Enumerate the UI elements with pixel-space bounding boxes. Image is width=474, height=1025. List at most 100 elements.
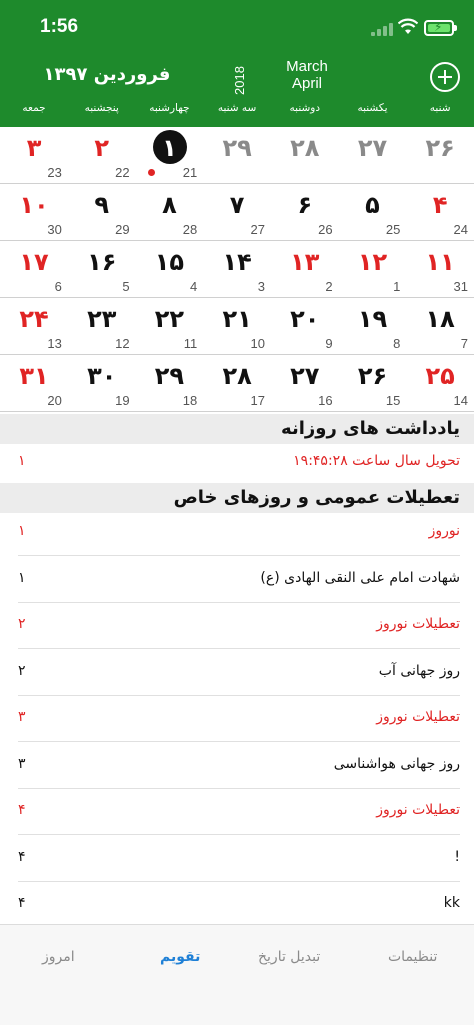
- gregorian-day-number: 10: [250, 336, 265, 351]
- list-item[interactable]: تحویل سال ساعت ۱۹:۴۵:۲۸ ۱: [18, 441, 460, 486]
- list-item-title: تعطیلات نوروز: [376, 616, 460, 632]
- calendar-day[interactable]: ۲۶: [406, 127, 474, 183]
- gregorian-day-number: 5: [122, 279, 130, 294]
- calendar-week-row: ۲۶ ۲۷ ۲۸ ۲۹ ۱ 21 ۲ 22 ۳ 23: [0, 127, 474, 184]
- list-item[interactable]: تعطیلات نوروز ۳: [18, 697, 460, 742]
- list-item[interactable]: روز جهانی هواشناسی ۳: [18, 744, 460, 789]
- tab-calendar[interactable]: تقویم: [160, 949, 200, 965]
- gregorian-day-number: 7: [460, 336, 468, 351]
- persian-day-number: ۱۳: [290, 248, 320, 276]
- list-item[interactable]: تعطیلات نوروز ۴: [18, 790, 460, 835]
- calendar-day[interactable]: ۲۱ 10: [203, 298, 271, 354]
- gregorian-day-number: 11: [183, 336, 198, 351]
- gregorian-day-number: 3: [257, 279, 265, 294]
- persian-day-number: ۱۷: [19, 248, 49, 276]
- persian-day-number: ۳: [26, 134, 42, 162]
- weekday-label: چهارشنبه: [149, 102, 190, 114]
- calendar-day[interactable]: ۱۲ 1: [339, 241, 407, 297]
- cellular-signal-icon: [371, 22, 393, 36]
- gregorian-day-number: 14: [453, 393, 468, 408]
- gregorian-day-number: 22: [115, 165, 130, 180]
- gregorian-day-number: 8: [393, 336, 401, 351]
- persian-day-number: ۱۴: [222, 248, 252, 276]
- year-gregorian: 2018: [232, 66, 247, 96]
- persian-day-number: ۲۳: [87, 305, 117, 333]
- weekday-header: شنبه یکشنبه دوشنبه سه شنبه چهارشنبه پنجش…: [0, 102, 474, 124]
- calendar-day[interactable]: ۱۹ 8: [339, 298, 407, 354]
- calendar-day[interactable]: ۱۰ 30: [0, 184, 68, 240]
- calendar-day[interactable]: ۱۷ 6: [0, 241, 68, 297]
- calendar-day[interactable]: ۴ 24: [406, 184, 474, 240]
- tab-settings[interactable]: تنظیمات: [388, 949, 437, 965]
- persian-day-number: ۱۰: [19, 191, 49, 219]
- calendar-day[interactable]: ۲۰ 9: [271, 298, 339, 354]
- persian-day-number: ۲۶: [357, 362, 388, 390]
- tab-date-converter[interactable]: تبدیل تاریخ: [258, 949, 320, 965]
- wifi-icon: [398, 18, 418, 34]
- weekday-label: دوشنبه: [289, 102, 321, 114]
- gregorian-months: March April: [270, 58, 344, 92]
- calendar-day[interactable]: ۹ 29: [68, 184, 136, 240]
- persian-day-number: ۲۵: [425, 362, 455, 390]
- calendar-day[interactable]: ۱۳ 2: [271, 241, 339, 297]
- gregorian-day-number: 31: [453, 279, 468, 294]
- list-item[interactable]: kk ۴: [18, 883, 460, 928]
- calendar-day-today[interactable]: ۱ 21: [136, 127, 204, 183]
- calendar-day[interactable]: ۳۰ 19: [68, 355, 136, 411]
- calendar-day[interactable]: ۶ 26: [271, 184, 339, 240]
- calendar-day[interactable]: ۲۶ 15: [339, 355, 407, 411]
- gregorian-day-number: 28: [182, 222, 198, 237]
- calendar-day[interactable]: ۲۵ 14: [406, 355, 474, 411]
- calendar-day[interactable]: ۲۳ 12: [68, 298, 136, 354]
- persian-day-number: ۳۱: [19, 362, 49, 390]
- calendar-day[interactable]: ۱۱ 31: [406, 241, 474, 297]
- list-item-day: ۱: [18, 569, 26, 586]
- list-item[interactable]: ! ۴: [18, 837, 460, 882]
- calendar-day[interactable]: ۱۸ 7: [406, 298, 474, 354]
- calendar-day[interactable]: ۱۶ 5: [68, 241, 136, 297]
- list-item[interactable]: نوروز ۱: [18, 511, 460, 556]
- list-item[interactable]: شهادت امام علی النقی الهادی (ع) ۱: [18, 558, 460, 603]
- persian-day-number: ۱۸: [425, 305, 455, 333]
- calendar-day[interactable]: ۲۷: [339, 127, 407, 183]
- calendar-day[interactable]: ۲۲ 11: [136, 298, 204, 354]
- status-time: 1:56: [40, 16, 79, 37]
- calendar-week-row: ۱۸ 7 ۱۹ 8 ۲۰ 9 ۲۱ 10 ۲۲ 11 ۲۳ 12 ۲۴ 13: [0, 298, 474, 355]
- persian-day-number: ۳۰: [87, 362, 117, 390]
- add-note-button[interactable]: [430, 62, 460, 92]
- calendar-day[interactable]: ۵ 25: [339, 184, 407, 240]
- calendar-day[interactable]: ۳ 23: [0, 127, 68, 183]
- calendar-day[interactable]: ۱۴ 3: [203, 241, 271, 297]
- gregorian-day-number: 12: [115, 336, 130, 351]
- list-item-day: ۳: [18, 709, 26, 725]
- calendar-day[interactable]: ۸ 28: [136, 184, 204, 240]
- calendar-day[interactable]: ۲۴ 13: [0, 298, 68, 354]
- calendar-day[interactable]: ۲ 22: [68, 127, 136, 183]
- month-title-persian[interactable]: فروردین ۱۳۹۷: [42, 64, 172, 85]
- gregorian-day-number: 1: [393, 279, 401, 294]
- persian-day-number: ۲: [94, 134, 110, 162]
- calendar-day[interactable]: ۳۱ 20: [0, 355, 68, 411]
- persian-day-number: ۴: [432, 191, 448, 219]
- calendar-grid: ۲۶ ۲۷ ۲۸ ۲۹ ۱ 21 ۲ 22 ۳ 23 ۴ 24 ۵ 25 ۶ 26 ۷ 27 ۸ 28 ۹ 29 ۱۰ 30 ۱…: [0, 127, 474, 412]
- calendar-day[interactable]: ۲۹: [203, 127, 271, 183]
- calendar-day[interactable]: ۲۸ 17: [203, 355, 271, 411]
- calendar-day[interactable]: ۲۸: [271, 127, 339, 183]
- battery-icon: ⚡: [424, 20, 457, 36]
- calendar-day[interactable]: ۱۵ 4: [136, 241, 204, 297]
- persian-day-number: ۲۲: [154, 305, 185, 333]
- list-item[interactable]: روز جهانی آب ۲: [18, 651, 460, 696]
- list-item-title: شهادت امام علی النقی الهادی (ع): [260, 569, 460, 586]
- list-item[interactable]: تعطیلات نوروز ۲: [18, 604, 460, 649]
- gregorian-day-number: 27: [250, 222, 265, 237]
- persian-day-number: ۸: [162, 191, 177, 219]
- calendar-day[interactable]: ۷ 27: [203, 184, 271, 240]
- calendar-day[interactable]: ۲۷ 16: [271, 355, 339, 411]
- status-bar: 1:56 ⚡: [0, 0, 474, 58]
- calendar-day[interactable]: ۲۹ 18: [136, 355, 204, 411]
- persian-day-number: ۱۹: [357, 305, 388, 333]
- persian-day-number: ۲۶: [425, 134, 455, 162]
- gregorian-day-number: 25: [385, 222, 401, 237]
- tab-today[interactable]: امروز: [42, 949, 75, 965]
- list-item-title: !: [454, 848, 460, 865]
